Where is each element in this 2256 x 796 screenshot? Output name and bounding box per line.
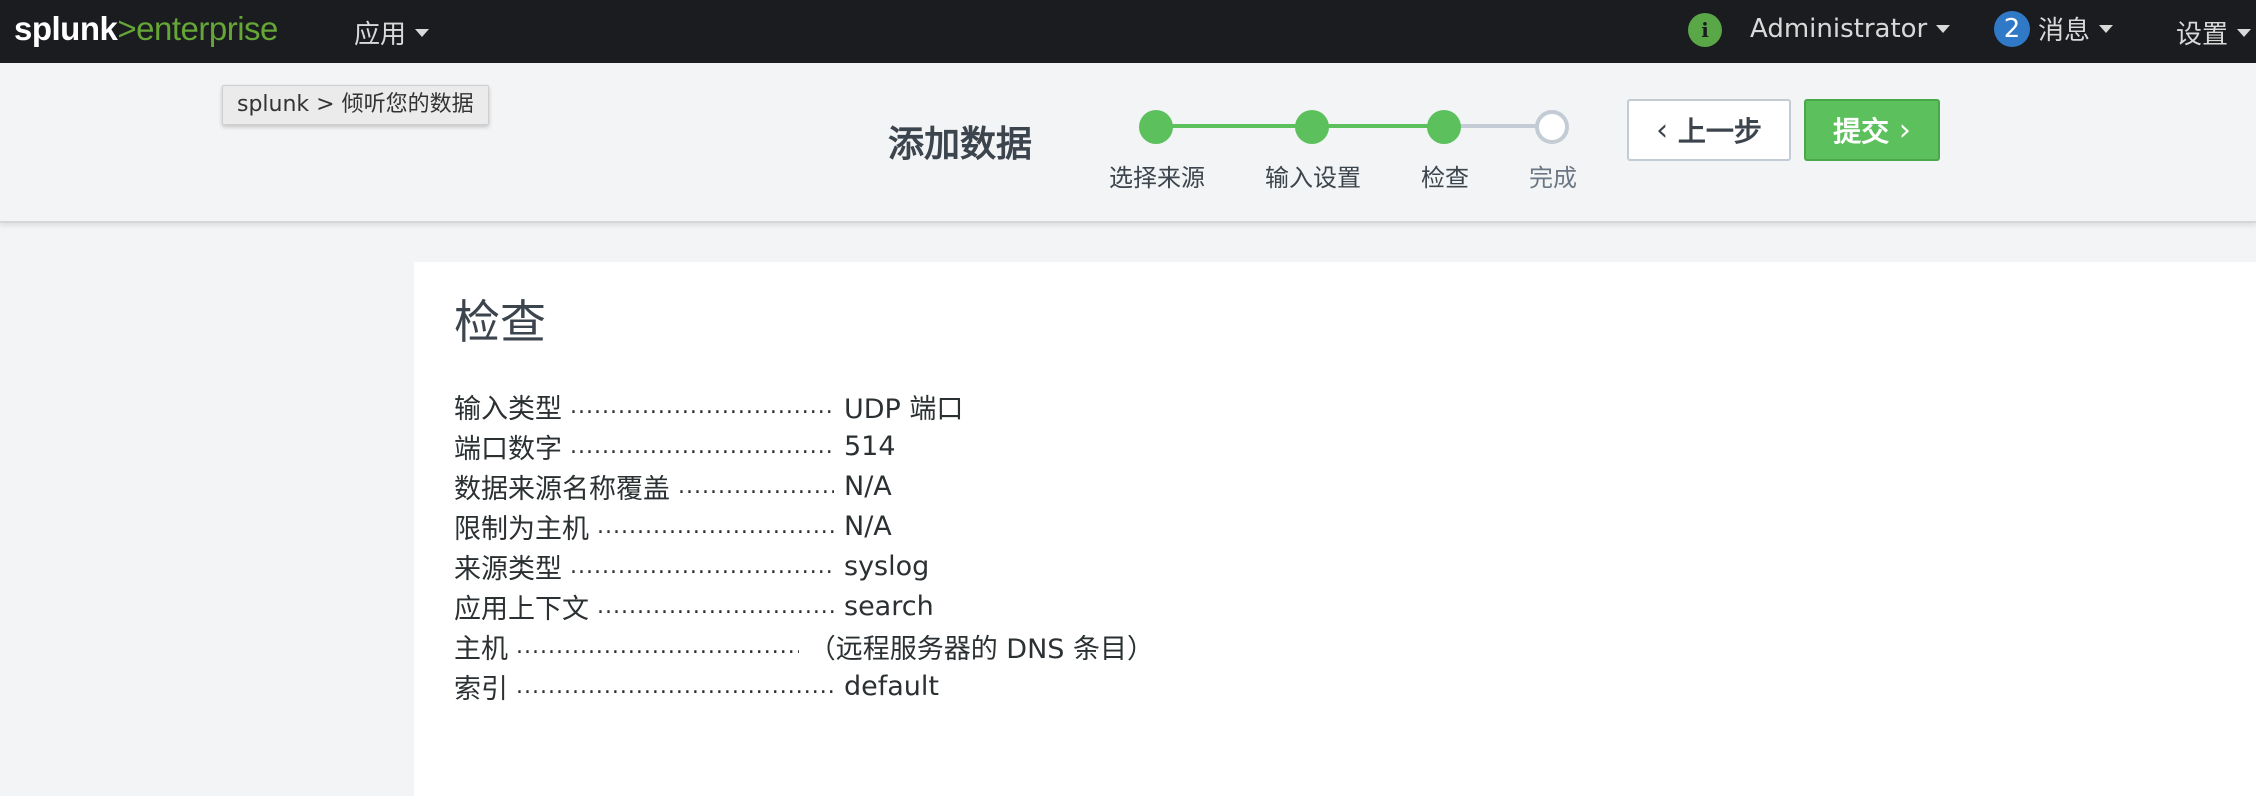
page-title: 添加数据 (888, 124, 1033, 165)
review-key: 数据来源名称覆盖 (454, 473, 670, 505)
apps-menu[interactable]: 应用 (354, 14, 430, 51)
review-key: 端口数字 (454, 433, 562, 465)
review-row: 数据来源名称覆盖................................… (454, 466, 1154, 506)
messages-count-badge: 2 (1994, 10, 2030, 47)
review-row: 限制为主机...................................… (454, 506, 1154, 546)
step-select-source-label: 选择来源 (1109, 164, 1205, 192)
review-key: 来源类型 (454, 553, 562, 585)
settings-menu-label: 设置 (2176, 20, 2229, 50)
review-panel: 检查 输入类型.................................… (414, 262, 2256, 796)
back-button[interactable]: ‹ 上一步 (1627, 99, 1791, 161)
dot-leader: ........................................… (516, 633, 799, 659)
settings-menu[interactable]: 设置 (2176, 14, 2252, 51)
review-key: 限制为主机 (454, 513, 589, 545)
logo-product-text: enterprise (136, 10, 278, 47)
review-value: N/A (844, 510, 892, 542)
review-row: 端口数字....................................… (454, 426, 1154, 466)
review-key: 索引 (454, 673, 508, 705)
chevron-right-icon: › (1898, 112, 1911, 148)
step-done-label: 完成 (1529, 164, 1577, 192)
review-value: 514 (844, 430, 896, 462)
add-data-header: splunk > 倾听您的数据 添加数据 选择来源 输入设置 检查 完成 ‹ 上… (0, 63, 2256, 223)
submit-button[interactable]: 提交 › (1804, 99, 1940, 161)
splunk-logo[interactable]: splunk>enterprise (14, 10, 278, 48)
dot-leader: ........................................… (570, 433, 834, 459)
logo-tooltip: splunk > 倾听您的数据 (222, 85, 489, 125)
chevron-left-icon: ‹ (1656, 112, 1669, 148)
review-value: （远程服务器的 DNS 条目） (808, 633, 1154, 665)
step-review-label: 检查 (1421, 164, 1469, 192)
dot-leader: ........................................… (597, 513, 834, 539)
review-key: 应用上下文 (454, 593, 589, 625)
step-select-source-dot (1139, 110, 1173, 144)
dot-leader: ........................................… (516, 673, 834, 699)
submit-button-label: 提交 (1833, 115, 1890, 148)
step-input-settings-dot (1295, 110, 1329, 144)
messages-menu[interactable]: 2 消息 (1994, 10, 2114, 47)
apps-menu-label: 应用 (354, 20, 407, 50)
back-button-label: 上一步 (1677, 115, 1762, 148)
chevron-down-icon (2099, 24, 2114, 33)
logo-splunk-text: splunk (14, 10, 118, 47)
review-row: 来源类型....................................… (454, 546, 1154, 586)
review-list: 输入类型....................................… (454, 386, 1154, 706)
step-review-dot (1427, 110, 1461, 144)
review-row: 索引......................................… (454, 666, 1154, 706)
messages-menu-label: 消息 (2038, 16, 2091, 46)
dot-leader: ........................................… (597, 593, 834, 619)
user-menu-label: Administrator (1750, 14, 1928, 44)
dot-leader: ........................................… (570, 393, 834, 419)
review-row: 输入类型....................................… (454, 386, 1154, 426)
chevron-down-icon (2237, 28, 2252, 37)
step-input-settings-label: 输入设置 (1265, 164, 1361, 192)
dot-leader: ........................................… (570, 553, 834, 579)
review-value: syslog (844, 550, 930, 582)
review-title: 检查 (454, 295, 546, 349)
review-value: UDP 端口 (844, 393, 964, 425)
review-value: search (844, 590, 934, 622)
review-key: 输入类型 (454, 393, 562, 425)
review-row: 应用上下文...................................… (454, 586, 1154, 626)
review-value: N/A (844, 470, 892, 502)
info-icon[interactable]: i (1688, 13, 1722, 47)
logo-separator: > (117, 10, 137, 47)
step-done-dot (1535, 110, 1569, 144)
dot-leader: ........................................… (678, 473, 834, 499)
top-nav-bar: splunk>enterprise 应用 i Administrator 2 消… (0, 0, 2256, 63)
review-value: default (844, 670, 940, 702)
user-menu[interactable]: Administrator (1750, 14, 1951, 44)
chevron-down-icon (415, 28, 430, 37)
chevron-down-icon (1936, 25, 1951, 33)
review-key: 主机 (454, 633, 508, 665)
review-row: 主机......................................… (454, 626, 1154, 666)
